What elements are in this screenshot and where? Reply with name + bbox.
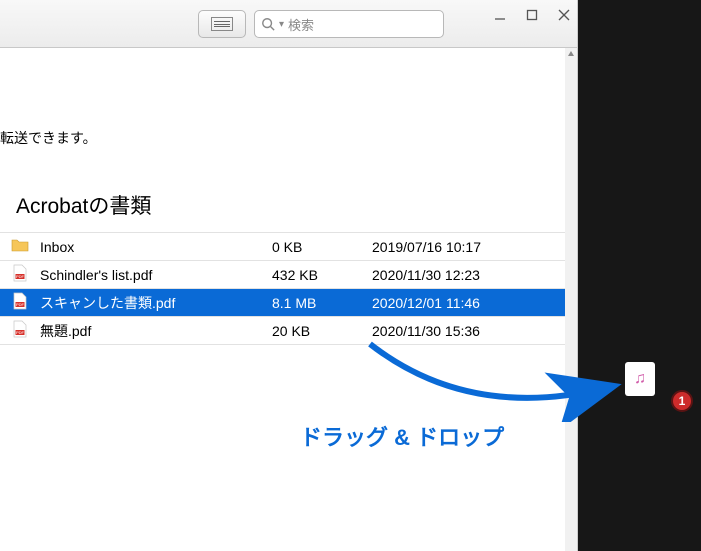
notification-badge: 1 <box>671 390 693 412</box>
search-icon <box>261 17 275 31</box>
table-row[interactable]: Inbox0 KB2019/07/16 10:17 <box>0 233 565 261</box>
file-size: 0 KB <box>272 239 372 255</box>
view-list-button[interactable] <box>198 10 246 38</box>
file-name: 無題.pdf <box>40 321 272 341</box>
scroll-up-button[interactable] <box>565 48 577 60</box>
file-size: 8.1 MB <box>272 295 372 311</box>
file-name: Schindler's list.pdf <box>40 267 272 283</box>
maximize-button[interactable] <box>521 4 543 26</box>
titlebar: ▾ 検索 <box>0 0 577 48</box>
file-table: Inbox0 KB2019/07/16 10:17 PDF Schindler's … <box>0 232 565 345</box>
table-row[interactable]: PDF 無題.pdf20 KB2020/11/30 15:36 <box>0 317 565 345</box>
music-note-icon: ♫ <box>634 370 646 388</box>
page-title: Acrobatの書類 <box>0 190 565 232</box>
folder-icon <box>11 236 29 257</box>
pdf-icon: PDF <box>11 320 29 341</box>
toolbar: ▾ 検索 <box>198 10 444 38</box>
file-date: 2020/12/01 11:46 <box>372 295 565 311</box>
file-size: 20 KB <box>272 323 372 339</box>
pdf-icon: PDF <box>11 292 29 313</box>
content-pane: 転送できます。 Acrobatの書類 Inbox0 KB2019/07/16 1… <box>0 48 565 551</box>
desktop-file-icon[interactable]: ♫ <box>625 362 655 396</box>
list-icon <box>211 17 233 31</box>
file-date: 2020/11/30 12:23 <box>372 267 565 283</box>
close-button[interactable] <box>553 4 575 26</box>
svg-text:PDF: PDF <box>16 302 25 307</box>
transfer-hint: 転送できます。 <box>0 128 565 190</box>
file-date: 2019/07/16 10:17 <box>372 239 565 255</box>
file-name: Inbox <box>40 239 272 255</box>
search-placeholder: 検索 <box>288 15 314 34</box>
pdf-icon: PDF <box>11 264 29 285</box>
window-controls <box>489 4 575 26</box>
table-row[interactable]: PDF Schindler's list.pdf432 KB2020/11/30 … <box>0 261 565 289</box>
table-row[interactable]: PDF スキャンした書類.pdf8.1 MB2020/12/01 11:46 <box>0 289 565 317</box>
svg-text:PDF: PDF <box>16 330 25 335</box>
file-date: 2020/11/30 15:36 <box>372 323 565 339</box>
file-name: スキャンした書類.pdf <box>40 293 272 313</box>
stage: ▾ 検索 転送できます。 Acrobatの書類 <box>0 0 701 551</box>
chevron-down-icon: ▾ <box>279 19 284 30</box>
scrollbar[interactable] <box>565 48 577 551</box>
file-size: 432 KB <box>272 267 372 283</box>
minimize-button[interactable] <box>489 4 511 26</box>
search-input[interactable]: ▾ 検索 <box>254 10 444 38</box>
app-window: ▾ 検索 転送できます。 Acrobatの書類 <box>0 0 578 551</box>
drag-drop-label: ドラッグ & ドロップ <box>300 420 504 452</box>
svg-text:PDF: PDF <box>16 274 25 279</box>
